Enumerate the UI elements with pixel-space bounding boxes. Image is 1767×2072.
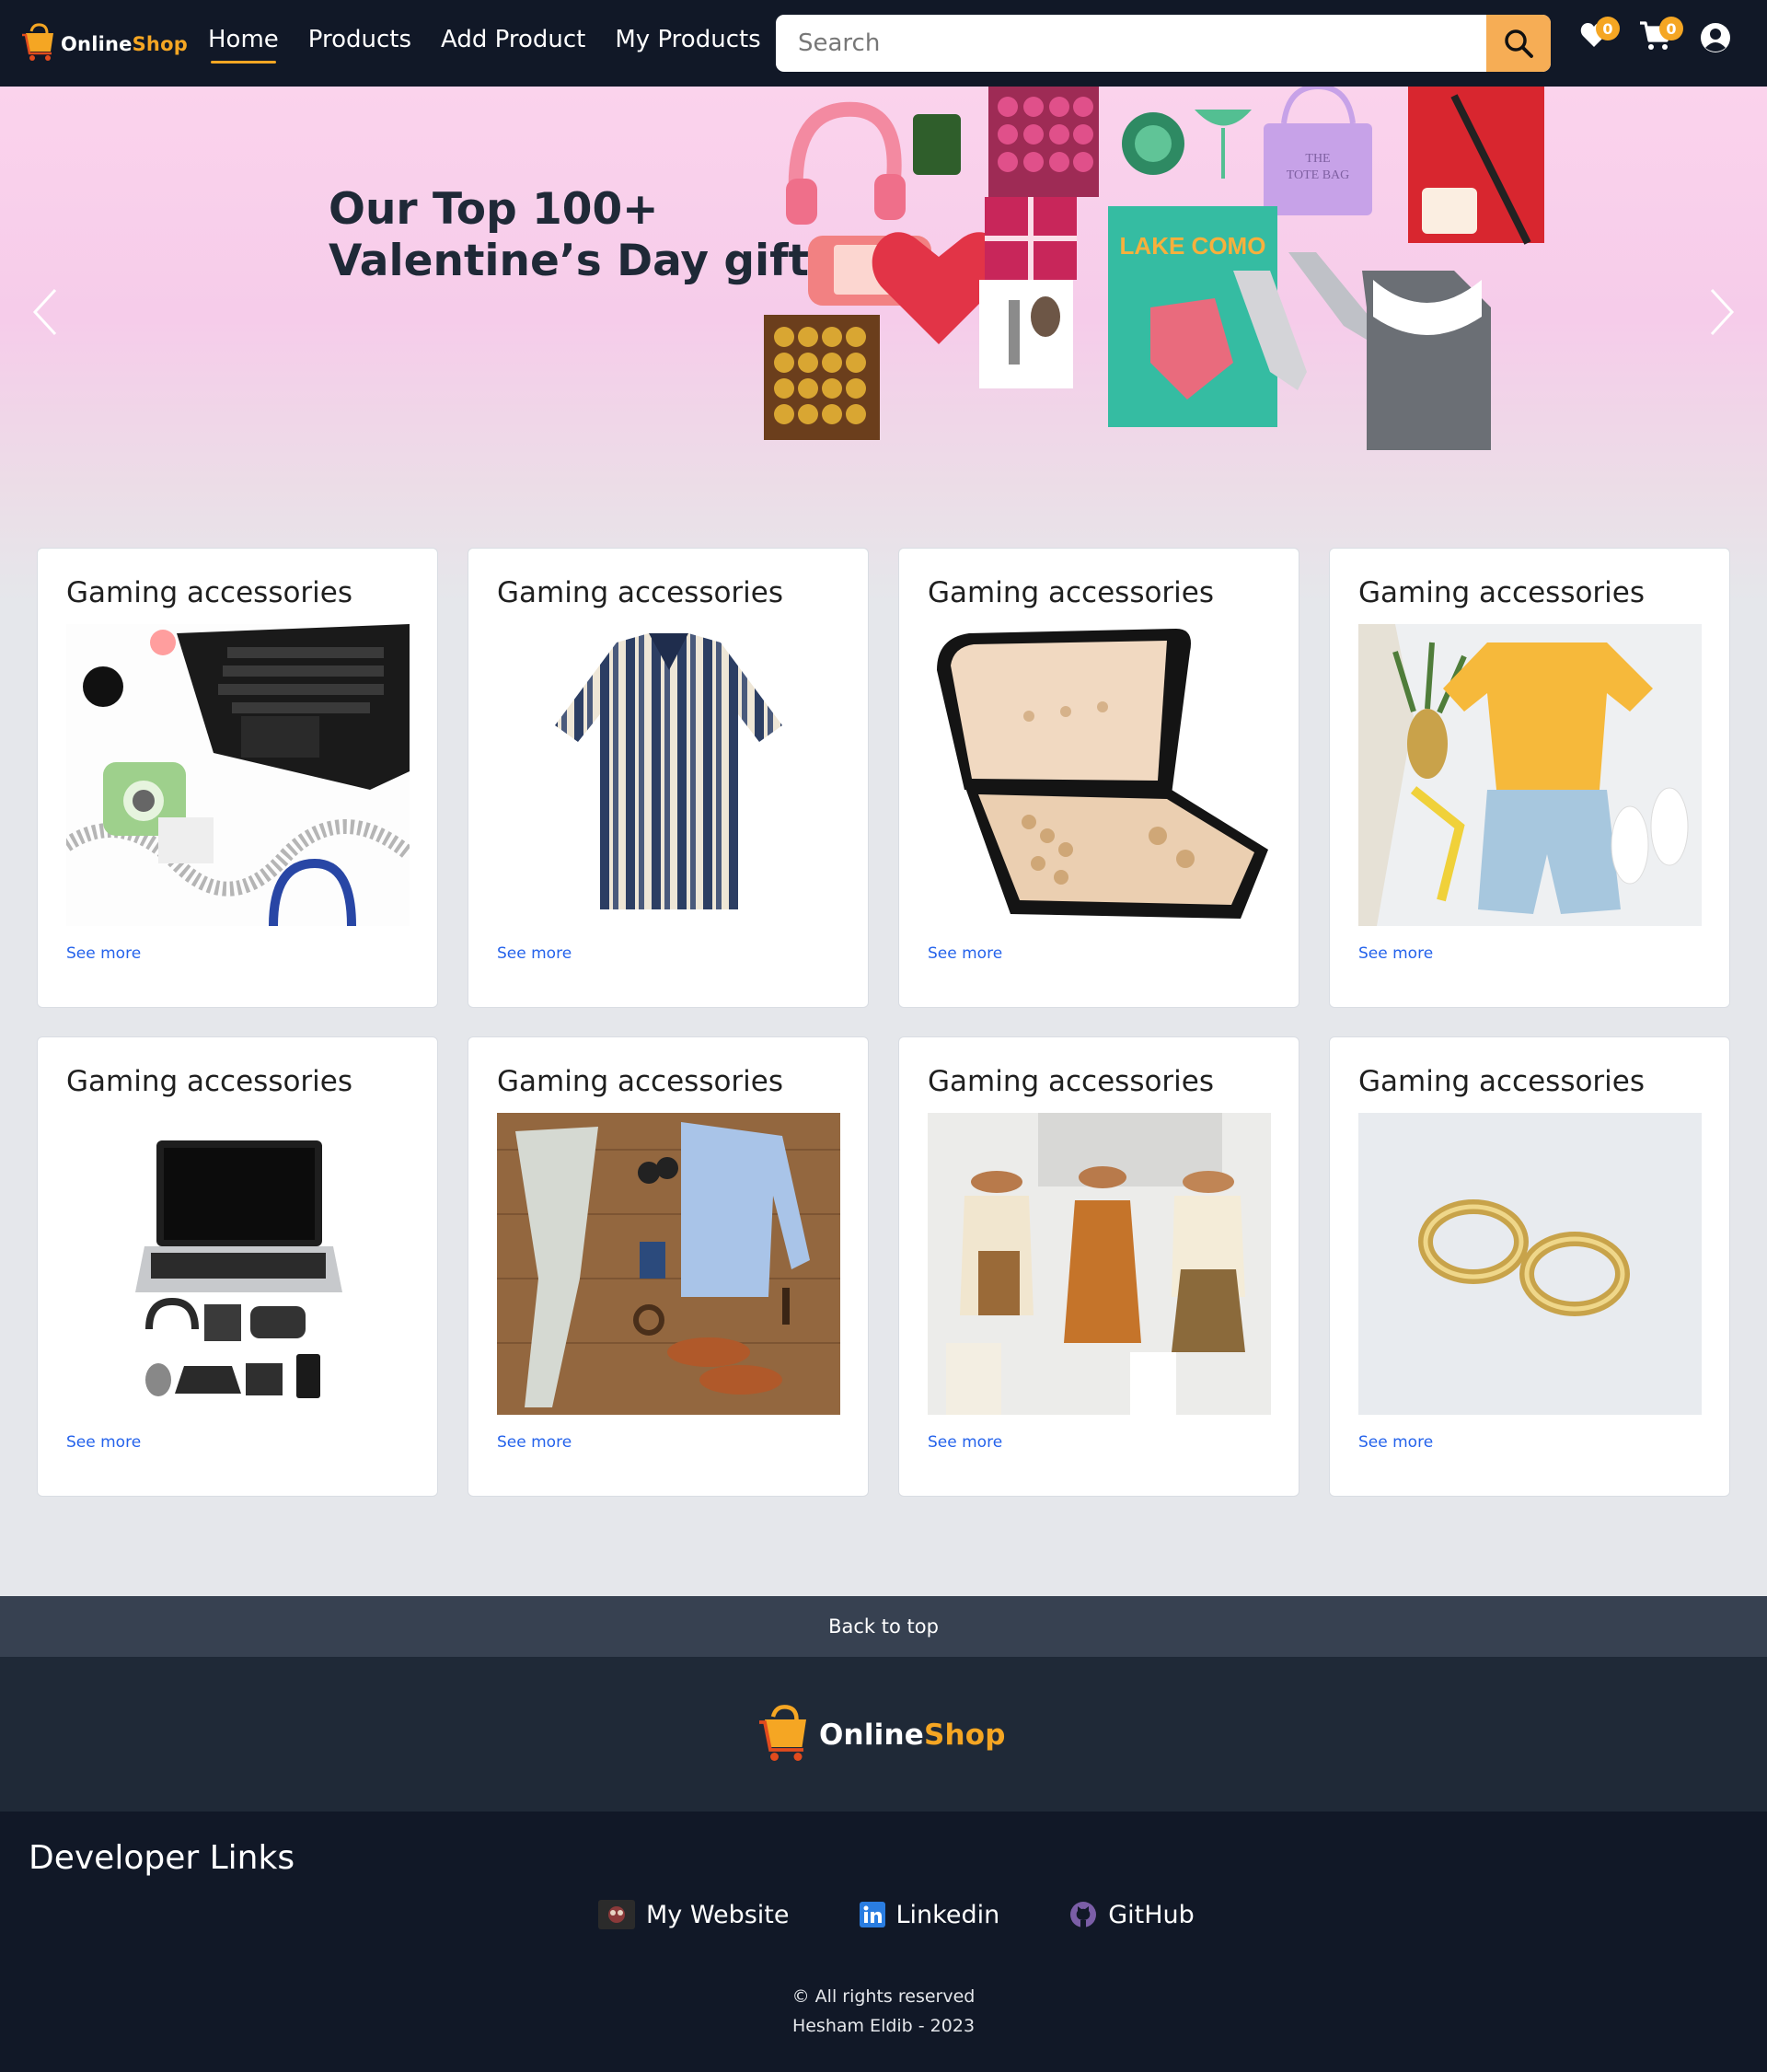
carousel-next-button[interactable] (1703, 284, 1739, 343)
see-more-link[interactable]: See more (928, 1433, 1002, 1452)
carousel-prev-button[interactable] (28, 284, 64, 343)
card-image-laptop-gadgets (66, 1113, 410, 1415)
svg-text:THE: THE (1305, 152, 1330, 166)
nav-link-add-product[interactable]: Add Product (441, 26, 585, 53)
category-card: Gaming accessories See more (37, 548, 438, 1008)
developer-links: My Website Linkedin GitHub (598, 1900, 1265, 1929)
wishlist-count-badge: 0 (1596, 17, 1620, 41)
cart-count-badge: 0 (1659, 17, 1683, 41)
card-image-summer-outfit (1358, 624, 1702, 926)
brand-logo[interactable]: OnlineShop (20, 22, 188, 66)
nav-link-my-products[interactable]: My Products (615, 26, 760, 53)
category-card: Gaming accessories See more (468, 548, 869, 1008)
card-image-mannequins (928, 1113, 1271, 1415)
shopping-bag-logo-icon (20, 22, 57, 66)
card-title: Gaming accessories (1358, 576, 1646, 609)
chevron-right-icon (1710, 288, 1735, 336)
svg-text:TOTE BAG: TOTE BAG (1287, 168, 1350, 182)
back-to-top-button[interactable]: Back to top (0, 1596, 1767, 1657)
nav-link-products[interactable]: Products (308, 26, 411, 53)
category-card: Gaming accessories See more (898, 548, 1299, 1008)
card-title: Gaming accessories (497, 576, 784, 609)
category-card: Gaming accessories See more (898, 1036, 1299, 1497)
cart-button[interactable]: 0 (1639, 17, 1683, 55)
card-image-mens-outfit (497, 1113, 840, 1415)
search-button[interactable] (1486, 15, 1551, 72)
card-title: Gaming accessories (928, 1065, 1215, 1098)
main-nav: Home Products Add Product My Products (208, 26, 791, 64)
linkedin-link[interactable]: Linkedin (859, 1900, 999, 1929)
card-title: Gaming accessories (1358, 1065, 1646, 1098)
search-icon (1505, 29, 1533, 58)
card-image-gold-earrings (1358, 1113, 1702, 1415)
card-title: Gaming accessories (928, 576, 1215, 609)
author-text: Hesham Eldib - 2023 (791, 2016, 976, 2036)
card-title: Gaming accessories (66, 1065, 353, 1098)
card-title: Gaming accessories (497, 1065, 784, 1098)
user-icon (1701, 23, 1730, 52)
nav-link-home[interactable]: Home (208, 26, 279, 64)
github-link[interactable]: GitHub (1069, 1900, 1195, 1929)
see-more-link[interactable]: See more (497, 1433, 572, 1452)
card-image-laptop-flatlay (66, 624, 410, 926)
footer-brand-band: OnlineShop (0, 1657, 1767, 1812)
see-more-link[interactable]: See more (66, 944, 141, 963)
search-input[interactable] (776, 15, 1486, 72)
category-card: Gaming accessories See more (1329, 1036, 1730, 1497)
category-card: Gaming accessories See more (37, 1036, 438, 1497)
navbar: OnlineShop Home Products Add Product My … (0, 0, 1767, 87)
card-image-striped-shirt (497, 624, 840, 926)
see-more-link[interactable]: See more (66, 1433, 141, 1452)
developer-links-heading: Developer Links (29, 1839, 295, 1877)
shopping-bag-logo-icon (755, 1703, 814, 1767)
chevron-left-icon (32, 288, 57, 336)
category-card: Gaming accessories See more (1329, 548, 1730, 1008)
card-image-jewelry-box (928, 624, 1271, 926)
category-card: Gaming accessories See more (468, 1036, 869, 1497)
see-more-link[interactable]: See more (1358, 944, 1433, 963)
linkedin-icon (859, 1902, 885, 1927)
see-more-link[interactable]: See more (1358, 1433, 1433, 1452)
my-website-link[interactable]: My Website (598, 1900, 790, 1929)
see-more-link[interactable]: See more (928, 944, 1002, 963)
github-icon (1069, 1901, 1097, 1928)
card-title: Gaming accessories (66, 576, 353, 609)
copyright-text: © All rights reserved (791, 1986, 976, 2007)
gifts-collage-image: THE TOTE BAG LAKE COMO (764, 87, 1544, 450)
search-bar (776, 15, 1551, 72)
hero-banner: Our Top 100+ Valentine’s Day gifts THE T… (0, 87, 1767, 602)
wishlist-button[interactable]: 0 (1579, 17, 1620, 53)
website-avatar-icon (598, 1900, 635, 1929)
svg-text:LAKE COMO: LAKE COMO (1120, 232, 1266, 260)
account-button[interactable] (1700, 22, 1731, 57)
see-more-link[interactable]: See more (497, 944, 572, 963)
footer-brand-logo[interactable]: OnlineShop (755, 1703, 1006, 1767)
footer: Developer Links My Website Linkedin GitH… (0, 1812, 1767, 2072)
